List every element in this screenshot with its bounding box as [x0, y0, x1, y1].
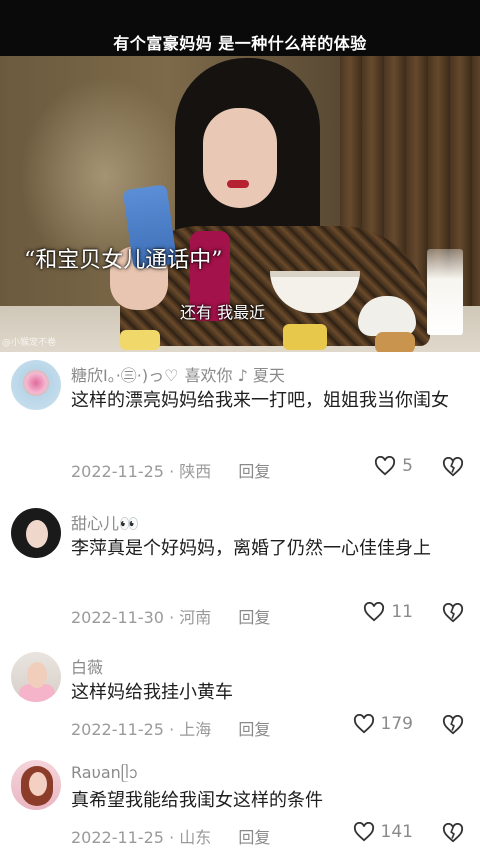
reply-button[interactable]: 回复: [238, 608, 270, 627]
flower-image: [23, 370, 49, 396]
woman-lips: [227, 180, 249, 188]
like-count: 179: [380, 714, 413, 734]
heart-outline-icon: [364, 602, 385, 622]
avatar[interactable]: [11, 508, 61, 558]
heart-outline-icon: [375, 456, 396, 476]
video-frame: “和宝贝女儿通话中” 还有 我最近 @小猴宠不卷: [0, 56, 480, 352]
username-text: Raυanᥫᩣ: [71, 763, 138, 782]
comment-text: 真希望我能给我闺女这样的条件: [71, 790, 323, 811]
video-player[interactable]: 有个富豪妈妈 是一种什么样的体验 “和宝贝女儿通话中” 还有 我最近 @小猴宠不…: [0, 0, 480, 352]
avatar-face: [27, 662, 47, 688]
comment-date: 2022-11-30: [71, 608, 164, 627]
like-button[interactable]: 141: [353, 822, 413, 842]
avatar[interactable]: [11, 360, 61, 410]
comment-item: Raυanᥫᩣ 真希望我能给我闺女这样的条件 2022-11-25 · 山东 回…: [0, 756, 480, 853]
username-text: 甜心儿👀: [71, 514, 139, 533]
comment-item: 糖欣I。·㊂·)っ♡ 喜欢你 ♪ 夏天 这样的漂亮妈妈给我来一打吧，姐姐我当你闺女…: [0, 352, 480, 497]
comment-username[interactable]: 甜心儿👀: [71, 510, 139, 534]
heart-outline-icon: [353, 822, 374, 842]
comment-item: 甜心儿👀 李萍真是个好妈妈，离婚了仍然一心佳佳身上 2022-11-30 · 河…: [0, 502, 480, 642]
video-subtitle-line2: 还有 我最近: [180, 303, 266, 322]
milk-glass: [427, 249, 463, 335]
avatar-face: [29, 772, 47, 796]
video-subtitle: “和宝贝女儿通话中”: [24, 248, 223, 273]
video-title: 有个富豪妈妈 是一种什么样的体验: [113, 34, 367, 53]
avatar[interactable]: [11, 652, 61, 702]
comment-meta: 2022-11-25 · 上海 回复: [71, 720, 271, 739]
broken-heart-icon[interactable]: [442, 715, 464, 735]
comment-date: 2022-11-25: [71, 828, 164, 847]
broken-heart-icon[interactable]: [442, 457, 464, 477]
comment-location: 河南: [179, 608, 212, 627]
comment-list: 糖欣I。·㊂·)っ♡ 喜欢你 ♪ 夏天 这样的漂亮妈妈给我来一打吧，姐姐我当你闺女…: [0, 352, 480, 853]
comment-username[interactable]: 白薇: [71, 654, 103, 678]
comment-meta: 2022-11-25 · 陕西 回复: [71, 462, 271, 481]
heart-outline-icon: [353, 714, 374, 734]
comment-meta: 2022-11-30 · 河南 回复: [71, 608, 271, 627]
comment-username[interactable]: Raυanᥫᩣ: [71, 762, 138, 787]
comment-date: 2022-11-25: [71, 462, 164, 481]
comment-username[interactable]: 糖欣I。·㊂·)っ♡ 喜欢你 ♪ 夏天: [71, 362, 285, 386]
food-plate-3: [375, 332, 415, 352]
like-button[interactable]: 5: [374, 456, 413, 476]
username-text: 白薇: [71, 658, 104, 677]
reply-button[interactable]: 回复: [238, 720, 270, 739]
comment-text: 这样的漂亮妈妈给我来一打吧，姐姐我当你闺女: [71, 390, 449, 411]
like-count: 141: [380, 822, 413, 842]
food-plate-2: [120, 330, 160, 350]
like-count: 11: [391, 602, 413, 622]
broken-heart-icon[interactable]: [442, 603, 464, 623]
comment-location: 上海: [179, 720, 212, 739]
like-count: 5: [402, 456, 413, 476]
comment-location: 山东: [179, 828, 212, 847]
like-button[interactable]: 11: [363, 602, 413, 622]
woman-face: [203, 108, 277, 208]
reply-button[interactable]: 回复: [238, 828, 270, 847]
avatar-face: [26, 520, 48, 548]
comment-meta: 2022-11-25 · 山东 回复: [71, 828, 271, 847]
comment-date: 2022-11-25: [71, 720, 164, 739]
avatar[interactable]: [11, 760, 61, 810]
reply-button[interactable]: 回复: [238, 462, 270, 481]
comment-text: 李萍真是个好妈妈，离婚了仍然一心佳佳身上: [71, 538, 431, 559]
comment-location: 陕西: [179, 462, 212, 481]
username-extra: 喜欢你 ♪ 夏天: [184, 366, 285, 385]
comment-text: 这样妈给我挂小黄车: [71, 682, 233, 703]
food-plate-1: [283, 324, 327, 350]
username-text: 糖欣I。·㊂·)っ♡: [71, 366, 179, 385]
broken-heart-icon[interactable]: [442, 823, 464, 843]
video-watermark: @小猴宠不卷: [2, 338, 57, 348]
comment-item: 白薇 这样妈给我挂小黄车 2022-11-25 · 上海 回复 179: [0, 648, 480, 753]
like-button[interactable]: 179: [353, 714, 413, 734]
